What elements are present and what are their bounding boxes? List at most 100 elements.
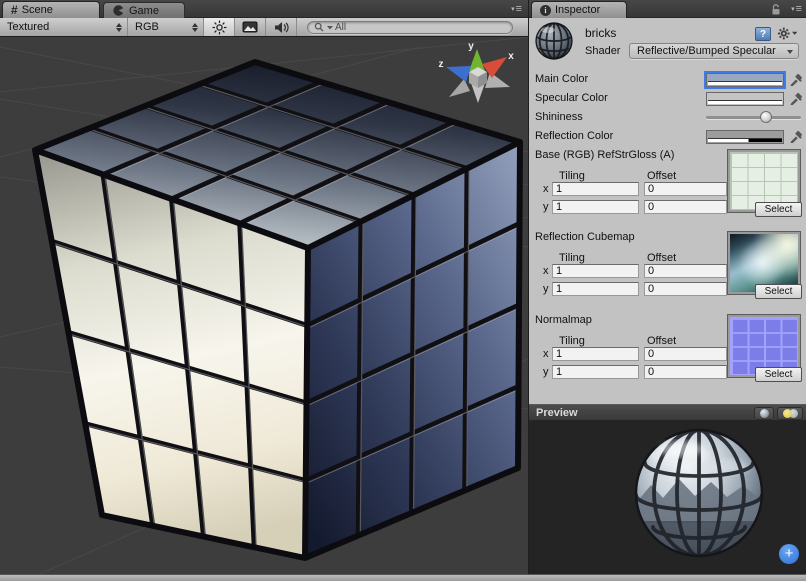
eyedropper-icon [789, 129, 802, 143]
window-resize-strip[interactable] [0, 574, 806, 581]
dropdown-caret-icon [787, 50, 793, 54]
gizmo-y-label: y [468, 41, 474, 52]
preview-shape-button[interactable] [754, 407, 774, 420]
material-inspector: bricks Shader Reflective/Bumped Specular… [529, 18, 806, 404]
normalmap-select-button[interactable]: Select [755, 367, 802, 382]
pane-caret-icon: ▾ [511, 6, 515, 13]
cubemap-tiling-x-input[interactable] [552, 264, 639, 278]
scene-viewport[interactable]: y x z [0, 37, 528, 574]
tiling-header: Tiling [559, 335, 585, 347]
shader-label: Shader [585, 45, 620, 57]
base-offset-x-input[interactable] [644, 182, 727, 196]
tab-game-label: Game [129, 5, 159, 17]
inspector-panel: i Inspector ▾≡ [528, 0, 806, 581]
render-channel-dropdown[interactable]: RGB [128, 18, 204, 36]
tab-game[interactable]: Game [103, 2, 185, 18]
preview-sphere-render [529, 421, 806, 574]
cubemap-tiling-y-input[interactable] [552, 282, 639, 296]
eyedropper-icon [789, 72, 802, 86]
base-texture-section: Base (RGB) RefStrGloss (A) Tiling Offset… [529, 149, 806, 219]
gear-caret-icon [792, 31, 797, 36]
tab-inspector-label: Inspector [555, 4, 600, 16]
shininess-label: Shininess [535, 111, 583, 123]
specular-color-label: Specular Color [535, 92, 608, 104]
inspector-pane-menu-button[interactable]: ▾≡ [791, 5, 802, 14]
sun-icon [212, 20, 227, 35]
tab-scene[interactable]: # Scene [2, 1, 100, 18]
main-color-label: Main Color [535, 73, 588, 85]
axis-y-label: y [543, 283, 549, 295]
cubemap-texture-section: Reflection Cubemap Tiling Offset x y Sel… [529, 231, 806, 301]
scene-grid-icon: # [11, 3, 18, 17]
cubemap-label: Reflection Cubemap [535, 231, 635, 243]
cubemap-select-button[interactable]: Select [755, 284, 802, 299]
inspector-lock-button[interactable] [771, 4, 781, 18]
cubemap-offset-y-input[interactable] [644, 282, 727, 296]
inspector-tabbar: i Inspector ▾≡ [529, 0, 806, 18]
search-input[interactable] [335, 22, 506, 33]
normalmap-texture-section: Normalmap Tiling Offset x y Select [529, 314, 806, 384]
draw-mode-value: Textured [7, 21, 110, 33]
reflection-color-swatch[interactable] [706, 130, 784, 144]
tab-scene-label: Scene [22, 4, 53, 16]
pane-caret-icon: ▾ [791, 6, 795, 13]
main-color-eyedropper[interactable] [789, 72, 802, 86]
normalmap-offset-y-input[interactable] [644, 365, 727, 379]
render-channel-value: RGB [135, 21, 186, 33]
specular-color-eyedropper[interactable] [789, 91, 802, 105]
gear-menu-button[interactable] [777, 26, 797, 41]
popup-arrows-icon [116, 23, 122, 32]
eyedropper-icon [789, 91, 802, 105]
shader-value: Reflective/Bumped Specular [637, 45, 776, 57]
normalmap-tiling-x-input[interactable] [552, 347, 639, 361]
specular-color-swatch[interactable] [706, 92, 784, 106]
preview-header[interactable]: Preview [529, 404, 806, 421]
speaker-icon [274, 21, 289, 34]
tab-inspector[interactable]: i Inspector [531, 1, 627, 18]
axis-y-label: y [543, 366, 549, 378]
search-icon [314, 22, 325, 33]
preview-title: Preview [536, 407, 578, 419]
scene-cube[interactable] [35, 62, 522, 558]
pane-lines-icon: ≡ [516, 5, 522, 14]
axis-x-label: x [543, 183, 549, 195]
reflection-color-eyedropper[interactable] [789, 129, 802, 143]
search-filter-caret-icon [327, 25, 333, 30]
normalmap-tiling-y-input[interactable] [552, 365, 639, 379]
cubemap-offset-x-input[interactable] [644, 264, 727, 278]
preview-area[interactable]: + [529, 421, 806, 574]
base-texture-select-button[interactable]: Select [755, 202, 802, 217]
base-offset-y-input[interactable] [644, 200, 727, 214]
specular-color-alpha-bar [708, 101, 782, 104]
base-texture-label: Base (RGB) RefStrGloss (A) [535, 149, 674, 161]
base-tiling-x-input[interactable] [552, 182, 639, 196]
unity-editor-window: # Scene Game ▾≡ Textured RGB [0, 0, 806, 581]
shininess-slider-handle[interactable] [760, 111, 772, 123]
shader-dropdown[interactable]: Reflective/Bumped Specular [629, 43, 799, 59]
main-color-alpha-bar [708, 82, 782, 85]
scene-pane-menu-button[interactable]: ▾≡ [511, 5, 522, 14]
reflection-color-alpha-bar [708, 139, 782, 142]
material-preview-thumbnail[interactable] [534, 21, 574, 61]
scene-audio-toggle[interactable] [266, 18, 297, 36]
shininess-slider[interactable] [706, 116, 801, 119]
preview-add-button[interactable]: + [779, 544, 799, 564]
scene-lighting-toggle[interactable] [204, 18, 235, 36]
lock-open-icon [771, 4, 781, 15]
main-color-swatch[interactable] [706, 73, 784, 87]
material-name: bricks [585, 26, 616, 40]
axis-y-label: y [543, 201, 549, 213]
base-tiling-y-input[interactable] [552, 200, 639, 214]
normalmap-offset-x-input[interactable] [644, 347, 727, 361]
preview-lighting-toggle[interactable] [777, 407, 803, 420]
draw-mode-dropdown[interactable]: Textured [0, 18, 128, 36]
scene-skybox-toggle[interactable] [235, 18, 266, 36]
help-button[interactable]: ? [755, 27, 771, 41]
pane-lines-icon: ≡ [796, 5, 802, 14]
scene-search-field[interactable] [307, 21, 513, 34]
scene-tabbar: # Scene Game ▾≡ [0, 0, 528, 18]
gear-icon [777, 26, 791, 41]
plus-icon: + [785, 545, 794, 563]
info-icon: i [540, 5, 551, 16]
image-icon [242, 21, 258, 33]
